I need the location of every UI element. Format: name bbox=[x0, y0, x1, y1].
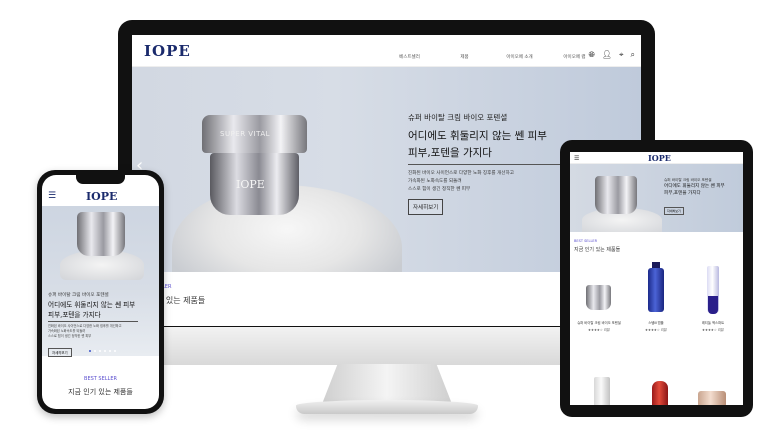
phone-screen: ☰ IOPE 슈퍼 바이탈 크림 바이오 포텐셜 어디에도 휘둘리지 않는 쎈 … bbox=[42, 175, 159, 409]
product-jar-image bbox=[586, 285, 611, 310]
hero-detail-button[interactable]: 자세히보기 bbox=[664, 207, 684, 215]
phone-device: ☰ IOPE 슈퍼 바이탈 크림 바이오 포텐셜 어디에도 휘둘리지 않는 쎈 … bbox=[37, 170, 164, 414]
hero-product-jar-image bbox=[595, 176, 637, 214]
hero-subtitle: 슈퍼 바이탈 크림 바이오 포텐셜 bbox=[48, 293, 109, 298]
hero-divider bbox=[48, 321, 138, 322]
hero-subtitle: 슈퍼 바이탈 크림 바이오 포텐셜 bbox=[408, 113, 508, 122]
hero-product-jar-image bbox=[77, 212, 125, 256]
menu-item-bestseller[interactable]: 베스트셀러 bbox=[382, 54, 437, 60]
desktop-header: IOPE 베스트셀러 제품 아이오페 소개 아이오페 랩 🌐︎ 👤︎ ⌖ ⌕ bbox=[132, 35, 641, 67]
product-card[interactable]: 스템Ⅲ 앰플 ★★★★☆ 리뷰 bbox=[631, 260, 681, 340]
menu-icon[interactable]: ☰ bbox=[574, 155, 579, 162]
product-card[interactable] bbox=[690, 377, 740, 405]
menu-icon[interactable]: ☰ bbox=[48, 191, 56, 201]
tablet-device: ☰ IOPE 슈퍼 바이탈 크림 바이오 포텐셜 어디에도 휘둘리지 않는 쎈 … bbox=[560, 140, 753, 417]
menu-item-about[interactable]: 아이오페 소개 bbox=[492, 54, 547, 60]
product-rating: ★★★★☆ 리뷰 bbox=[702, 328, 724, 332]
hero-dot[interactable] bbox=[89, 350, 91, 352]
hero-dot[interactable] bbox=[94, 350, 96, 352]
user-icon[interactable]: 👤︎ bbox=[602, 51, 612, 59]
brand-logo[interactable]: IOPE bbox=[86, 190, 117, 203]
hero-detail-button[interactable]: 자세히보기 bbox=[48, 348, 72, 357]
product-card[interactable]: 레티놀 엑스퍼트 ★★★★☆ 리뷰 bbox=[688, 260, 738, 340]
product-dropper-image bbox=[652, 381, 668, 405]
globe-icon[interactable]: 🌐︎ bbox=[588, 51, 594, 59]
product-name: 레티놀 엑스퍼트 bbox=[701, 321, 725, 325]
header-icons: 🌐︎ 👤︎ ⌖ ⌕ bbox=[588, 51, 635, 59]
main-menu: 베스트셀러 제품 아이오페 소개 아이오페 랩 bbox=[382, 54, 602, 60]
best-seller-title: 지금 인기 있는 제품들 bbox=[574, 247, 621, 253]
best-seller-tag: BEST SELLER bbox=[574, 239, 598, 243]
tablet-hero-copy: 슈퍼 바이탈 크림 바이오 포텐셜 어디에도 휘둘리지 않는 쎈 피부 피부,포… bbox=[664, 178, 740, 216]
product-name: 슈퍼 바이탈 크림 바이오 포텐셜 bbox=[577, 321, 621, 325]
brand-logo[interactable]: IOPE bbox=[144, 42, 191, 60]
phone-header: ☰ IOPE bbox=[42, 187, 159, 205]
hero-dot[interactable] bbox=[104, 350, 106, 352]
jar-lid-text: SUPER VITAL bbox=[220, 130, 271, 138]
tablet-screen: ☰ IOPE 슈퍼 바이탈 크림 바이오 포텐셜 어디에도 휘둘리지 않는 쎈 … bbox=[570, 152, 743, 405]
product-card[interactable] bbox=[640, 377, 690, 405]
monitor-stand-base bbox=[296, 400, 478, 414]
product-rating: ★★★★☆ 리뷰 bbox=[645, 328, 667, 332]
product-rating: ★★★★☆ 리뷰 bbox=[588, 328, 610, 332]
location-icon[interactable]: ⌖ bbox=[619, 51, 624, 59]
best-seller-title: 지금 인기 있는 제품들 bbox=[68, 388, 133, 396]
jar-body-text: IOPE bbox=[236, 178, 265, 191]
menu-item-products[interactable]: 제품 bbox=[437, 54, 492, 60]
hero-detail-button[interactable]: 자세히보기 bbox=[408, 199, 444, 215]
best-seller-tag: BEST SELLER bbox=[84, 376, 117, 382]
product-bottle-image bbox=[594, 377, 610, 405]
product-card[interactable]: 슈퍼 바이탈 크림 바이오 포텐셜 ★★★★☆ 리뷰 bbox=[574, 260, 624, 340]
hero-pagination bbox=[89, 350, 116, 352]
phone-hero-banner: 슈퍼 바이탈 크림 바이오 포텐셜 어디에도 휘둘리지 않는 쎈 피부 피부,포… bbox=[42, 206, 159, 358]
product-name: 스템Ⅲ 앰플 bbox=[648, 321, 664, 325]
hero-headline-line2: 피부,포텐을 가지다 bbox=[48, 311, 101, 319]
device-mockup-stage: IOPE 베스트셀러 제품 아이오페 소개 아이오페 랩 🌐︎ 👤︎ ⌖ ⌕ S… bbox=[0, 0, 778, 438]
product-ampoule-image bbox=[648, 262, 664, 312]
hero-dot[interactable] bbox=[114, 350, 116, 352]
hero-headline-line1: 어디에도 휘둘리지 않는 쎈 피부 bbox=[664, 184, 725, 189]
phone-hero-copy: 슈퍼 바이탈 크림 바이오 포텐셜 어디에도 휘둘리지 않는 쎈 피부 피부,포… bbox=[48, 292, 156, 358]
hero-dot[interactable] bbox=[109, 350, 111, 352]
hero-headline-line1: 어디에도 휘둘리지 않는 쎈 피부 bbox=[48, 301, 136, 309]
phone-notch bbox=[76, 175, 125, 184]
product-card[interactable] bbox=[590, 377, 640, 405]
tablet-hero-banner: 슈퍼 바이탈 크림 바이오 포텐셜 어디에도 휘둘리지 않는 쎈 피부 피부,포… bbox=[570, 164, 743, 232]
monitor-stand-neck bbox=[322, 364, 452, 404]
hero-product-jar-image: SUPER VITAL IOPE bbox=[202, 115, 307, 220]
tablet-header: ☰ IOPE bbox=[570, 152, 743, 164]
product-compact-image bbox=[698, 391, 726, 405]
brand-logo[interactable]: IOPE bbox=[648, 153, 671, 163]
hero-desc-line3: 스스로 힘이 생긴 정직한 쎈 피부 bbox=[48, 334, 92, 338]
search-icon[interactable]: ⌕ bbox=[631, 51, 635, 59]
product-tube-image bbox=[707, 266, 719, 314]
hero-headline-line2: 피부,포텐을 가지다 bbox=[664, 191, 701, 196]
hero-dot[interactable] bbox=[99, 350, 101, 352]
